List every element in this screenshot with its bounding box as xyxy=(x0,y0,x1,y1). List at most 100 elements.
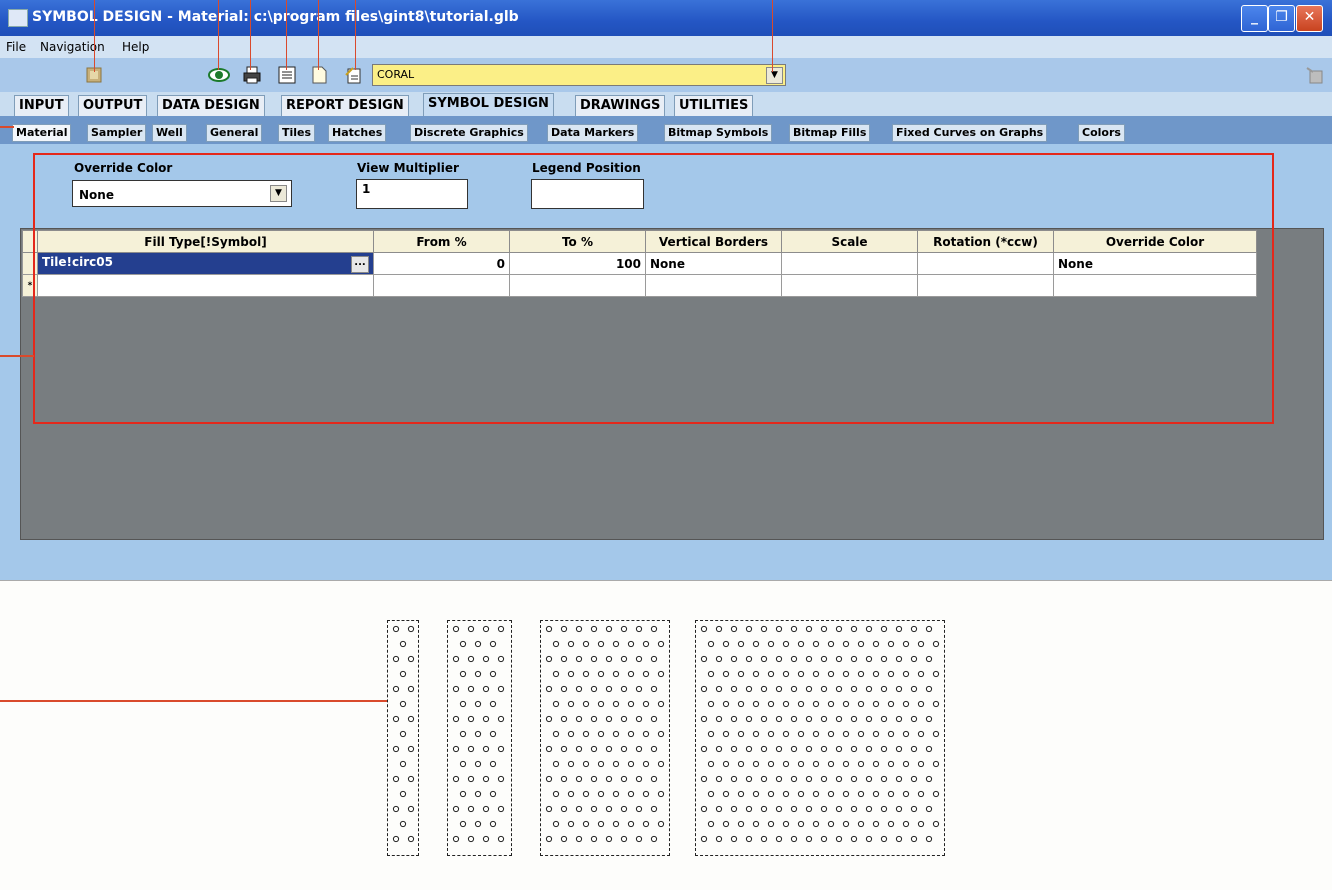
tab-data-design[interactable]: DATA DESIGN xyxy=(157,95,265,116)
pattern-glyph xyxy=(820,685,828,693)
pattern-glyph xyxy=(827,790,835,798)
pattern-glyph xyxy=(782,760,790,768)
pattern-glyph xyxy=(887,760,895,768)
menu-navigation[interactable]: Navigation xyxy=(40,40,105,54)
pattern-glyph xyxy=(880,745,888,753)
toolbar: CORAL ▼ xyxy=(0,58,1332,92)
pattern-glyph xyxy=(872,760,880,768)
pattern-glyph xyxy=(452,775,460,783)
pattern-glyph xyxy=(902,760,910,768)
tab-utilities[interactable]: UTILITIES xyxy=(674,95,754,116)
callout-line xyxy=(250,0,251,70)
pattern-glyph xyxy=(827,760,835,768)
material-dropdown[interactable]: CORAL ▼ xyxy=(372,64,786,86)
pattern-glyph xyxy=(730,655,738,663)
tab-drawings[interactable]: DRAWINGS xyxy=(575,95,666,116)
pattern-glyph xyxy=(597,700,605,708)
close-button[interactable]: ✕ xyxy=(1296,5,1323,32)
pattern-glyph xyxy=(467,835,475,843)
pattern-glyph xyxy=(605,625,613,633)
pattern-glyph xyxy=(752,760,760,768)
menu-help[interactable]: Help xyxy=(122,40,149,54)
subtab-general[interactable]: General xyxy=(206,124,263,142)
pattern-glyph xyxy=(715,685,723,693)
subtab-tiles[interactable]: Tiles xyxy=(278,124,316,142)
pattern-glyph xyxy=(887,730,895,738)
pattern-glyph xyxy=(552,730,560,738)
pattern-glyph xyxy=(902,640,910,648)
tab-symbol-design[interactable]: SYMBOL DESIGN xyxy=(423,93,554,116)
print-icon[interactable] xyxy=(242,65,262,85)
pattern-glyph xyxy=(467,775,475,783)
pattern-glyph xyxy=(467,745,475,753)
subtab-bitmap-symbols[interactable]: Bitmap Symbols xyxy=(664,124,773,142)
pattern-glyph xyxy=(880,805,888,813)
pattern-glyph xyxy=(895,685,903,693)
pattern-glyph xyxy=(715,745,723,753)
pattern-glyph xyxy=(474,730,482,738)
tab-output[interactable]: OUTPUT xyxy=(78,95,148,116)
pattern-glyph xyxy=(567,700,575,708)
pattern-glyph xyxy=(812,670,820,678)
tab-report-design[interactable]: REPORT DESIGN xyxy=(281,95,409,116)
window-title: SYMBOL DESIGN - Material: c:\program fil… xyxy=(32,9,519,25)
subtab-sampler[interactable]: Sampler xyxy=(87,124,147,142)
subtab-material[interactable]: Material xyxy=(12,124,72,142)
notes-icon[interactable] xyxy=(344,65,364,85)
pattern-glyph xyxy=(407,685,415,693)
pattern-glyph xyxy=(760,655,768,663)
pattern-glyph xyxy=(775,625,783,633)
pattern-glyph xyxy=(497,685,505,693)
help-icon[interactable] xyxy=(1304,65,1324,85)
new-document-icon[interactable] xyxy=(309,65,329,85)
pattern-glyph xyxy=(850,625,858,633)
pattern-glyph xyxy=(597,790,605,798)
pattern-glyph xyxy=(887,700,895,708)
minimize-button[interactable]: _ xyxy=(1241,5,1268,32)
subtab-data-markers[interactable]: Data Markers xyxy=(547,124,639,142)
subtab-discrete-graphics[interactable]: Discrete Graphics xyxy=(410,124,528,142)
pattern-glyph xyxy=(932,790,940,798)
pattern-glyph xyxy=(730,805,738,813)
pattern-glyph xyxy=(782,640,790,648)
tab-input[interactable]: INPUT xyxy=(14,95,69,116)
pattern-glyph xyxy=(880,775,888,783)
pattern-glyph xyxy=(910,715,918,723)
pattern-glyph xyxy=(497,805,505,813)
properties-icon[interactable] xyxy=(277,65,297,85)
pattern-glyph xyxy=(392,625,400,633)
pattern-glyph xyxy=(805,775,813,783)
pattern-glyph xyxy=(560,715,568,723)
restore-button[interactable]: ❐ xyxy=(1268,5,1295,32)
menu-bar: File Navigation Help xyxy=(0,36,1332,58)
pattern-glyph xyxy=(590,835,598,843)
subtab-hatches[interactable]: Hatches xyxy=(328,124,387,142)
pattern-glyph xyxy=(902,820,910,828)
pattern-glyph xyxy=(590,775,598,783)
subtab-colors[interactable]: Colors xyxy=(1078,124,1125,142)
pattern-glyph xyxy=(474,700,482,708)
pattern-glyph xyxy=(635,745,643,753)
chevron-down-icon[interactable]: ▼ xyxy=(766,67,783,84)
title-bar: SYMBOL DESIGN - Material: c:\program fil… xyxy=(0,0,1332,36)
pattern-glyph xyxy=(752,670,760,678)
subtab-well[interactable]: Well xyxy=(152,124,187,142)
pattern-glyph xyxy=(605,685,613,693)
pattern-swatch-2 xyxy=(447,620,512,856)
pattern-glyph xyxy=(880,625,888,633)
pattern-glyph xyxy=(812,730,820,738)
pattern-glyph xyxy=(482,715,490,723)
subtab-fixed-curves[interactable]: Fixed Curves on Graphs xyxy=(892,124,1048,142)
pattern-glyph xyxy=(560,655,568,663)
pattern-glyph xyxy=(865,775,873,783)
highlight-box xyxy=(33,153,1274,424)
pattern-glyph xyxy=(552,820,560,828)
pattern-glyph xyxy=(805,745,813,753)
pattern-glyph xyxy=(552,670,560,678)
pattern-glyph xyxy=(722,640,730,648)
pattern-glyph xyxy=(872,820,880,828)
subtab-bitmap-fills[interactable]: Bitmap Fills xyxy=(789,124,871,142)
pattern-glyph xyxy=(745,685,753,693)
menu-file[interactable]: File xyxy=(6,40,26,54)
pattern-glyph xyxy=(582,820,590,828)
